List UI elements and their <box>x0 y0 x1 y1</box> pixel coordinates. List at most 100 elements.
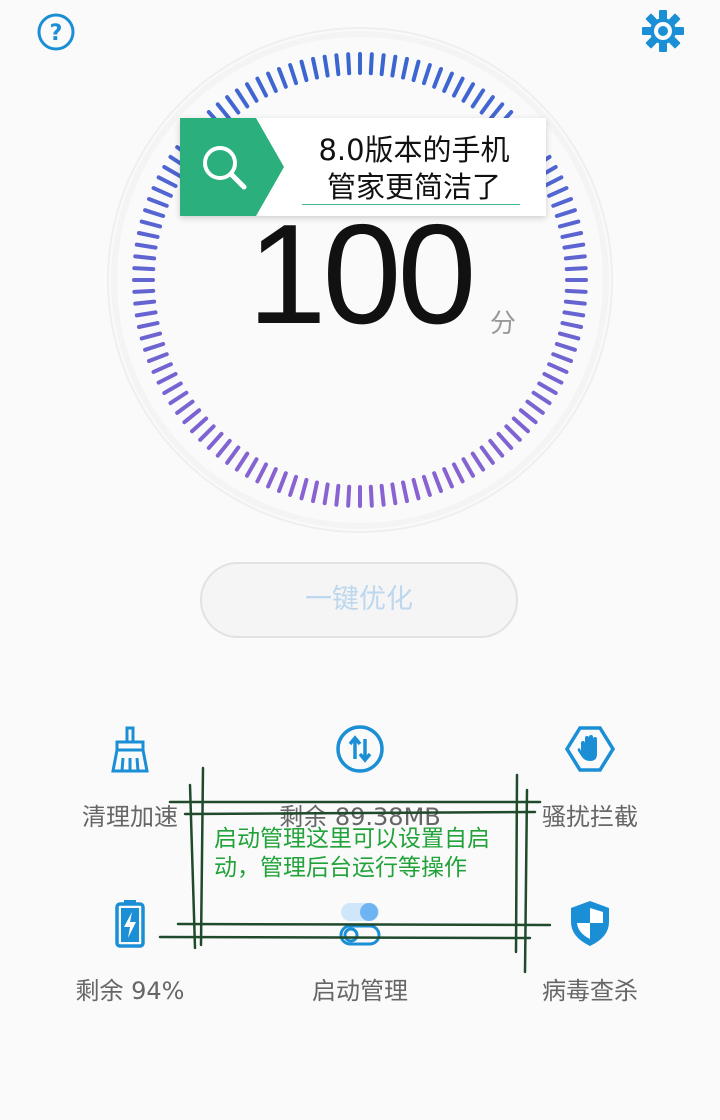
battery-icon <box>115 900 145 948</box>
dial-tick <box>133 254 157 261</box>
dial-tick <box>151 362 173 374</box>
dial-tick <box>245 82 259 103</box>
dial-tick <box>379 483 386 507</box>
dial-tick <box>147 197 169 208</box>
dial-tick <box>266 71 278 93</box>
dial-tick <box>132 288 156 294</box>
dial-tick <box>288 474 299 497</box>
dial-tick <box>531 390 552 406</box>
tool-data-traffic[interactable]: 剩余 89.38MB <box>260 724 460 834</box>
dial-tick <box>470 88 486 109</box>
tool-battery[interactable]: 剩余 94% <box>30 898 230 1008</box>
dial-tick <box>299 477 309 501</box>
dial-tick <box>132 266 156 272</box>
dial-tick <box>390 54 398 78</box>
dial-tick <box>442 71 454 93</box>
dial-tick <box>547 362 569 374</box>
dial-tick <box>451 462 465 484</box>
dial-tick <box>379 53 386 77</box>
dial-tick <box>390 482 398 506</box>
dial-tick <box>432 471 443 493</box>
dial-tick <box>461 457 475 478</box>
dial-tick <box>311 480 319 504</box>
dial-tick <box>479 445 495 465</box>
dial-tick <box>190 416 209 434</box>
tool-startup-manager[interactable]: 启动管理 <box>260 898 460 1008</box>
dial-tick <box>225 445 241 465</box>
tool-virus-scan-label: 病毒查杀 <box>542 977 638 1005</box>
tip-banner[interactable]: 8.0版本的手机 管家更简洁了 <box>180 118 546 216</box>
dial-tick <box>143 341 166 352</box>
dial-tick <box>134 242 158 250</box>
dial-tick <box>401 56 409 80</box>
dial-tick <box>255 462 269 484</box>
dial-tick <box>136 321 160 329</box>
dial-tick <box>151 186 173 198</box>
dial-tick <box>134 310 158 318</box>
score-unit: 分 <box>490 309 517 339</box>
dial-tick <box>136 231 160 239</box>
dial-tick <box>563 254 587 261</box>
dial-tick <box>245 457 259 478</box>
score-value: 100 <box>247 195 477 354</box>
dial-tick <box>175 399 195 415</box>
dial-tick <box>139 219 163 229</box>
dial-tick <box>551 352 573 363</box>
dial-tick <box>198 424 216 442</box>
annotation-note: 启动管理这里可以设置自启动，管理后台运行等操作 <box>214 826 490 881</box>
dial-tick <box>461 82 475 103</box>
tip-line-2: 管家更简洁了 <box>326 170 501 204</box>
dial-tick <box>162 381 183 395</box>
dial-tick <box>421 474 432 497</box>
dial-tick <box>554 208 577 219</box>
dial-tick <box>182 408 202 425</box>
dial-tick <box>562 310 586 318</box>
dial-tick <box>168 390 189 406</box>
dial-tick <box>554 341 577 352</box>
tool-clean[interactable]: 清理加速 <box>30 724 230 834</box>
dial-tick <box>346 484 352 508</box>
tool-harassment-block[interactable]: 骚扰拦截 <box>490 724 690 834</box>
dial-tick <box>542 371 564 385</box>
dial-tick <box>518 408 538 425</box>
dial-tick <box>442 467 454 489</box>
dial-tick <box>547 186 569 198</box>
dial-tick <box>368 52 374 76</box>
dial-tick <box>156 371 178 385</box>
dial-tick <box>560 321 584 329</box>
shield-icon <box>571 901 609 946</box>
dial-tick <box>470 451 486 472</box>
dial-tick <box>564 266 588 272</box>
dial-tick <box>162 165 183 179</box>
dial-tick <box>411 477 421 501</box>
dial-tick <box>564 288 588 294</box>
data-traffic-icon <box>336 725 384 773</box>
dial-tick <box>215 438 232 458</box>
dial-tick <box>411 59 421 83</box>
tip-underline <box>302 204 520 205</box>
dial-tick <box>451 76 465 98</box>
dial-tick <box>504 424 522 442</box>
dial-tick <box>401 480 409 504</box>
tool-clean-label: 清理加速 <box>82 803 178 831</box>
hand-block-icon <box>565 726 615 772</box>
search-icon <box>180 118 284 216</box>
dial-tick <box>334 483 341 507</box>
dial-tick <box>496 431 514 450</box>
tool-startup-manager-label: 启动管理 <box>312 977 408 1005</box>
dial-tick <box>368 484 374 508</box>
dial-tick <box>277 471 288 493</box>
dial-tick <box>488 102 505 122</box>
dial-tick <box>334 53 341 77</box>
dial-tick <box>346 52 352 76</box>
dial-tick <box>488 438 505 458</box>
dial-tick <box>557 219 581 229</box>
dial-tick <box>551 197 573 208</box>
tool-virus-scan[interactable]: 病毒查杀 <box>490 898 690 1008</box>
one-key-optimize-button[interactable]: 一键优化 <box>200 562 518 638</box>
dial-tick <box>511 416 530 434</box>
dial-tick <box>562 242 586 250</box>
dial-tick <box>147 352 169 363</box>
dial-tick <box>421 63 432 86</box>
tool-harassment-block-label: 骚扰拦截 <box>542 803 638 831</box>
